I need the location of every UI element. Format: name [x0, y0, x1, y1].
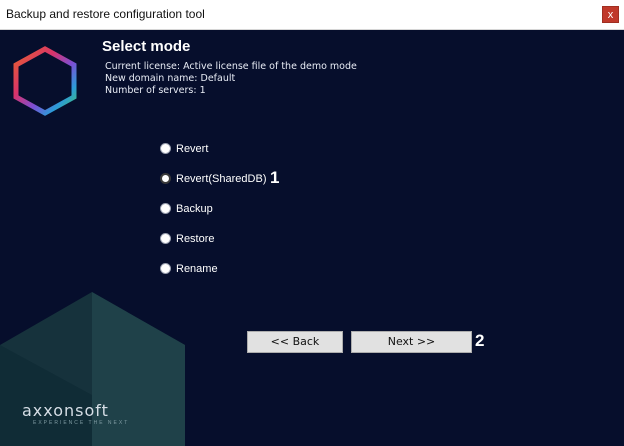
- hexagon-logo-icon: [13, 46, 77, 116]
- mode-label: Rename: [176, 263, 218, 275]
- title-bar: Backup and restore configuration tool x: [0, 0, 624, 30]
- brand-tagline: EXPERIENCE THE NEXT: [33, 420, 130, 426]
- mode-label: Revert: [176, 143, 209, 155]
- app-window: Backup and restore configuration tool x …: [0, 0, 624, 446]
- window-title: Backup and restore configuration tool: [6, 7, 205, 21]
- mode-radio-group: Revert Revert(SharedDB) 1 Backup Restore…: [160, 141, 279, 291]
- mode-option-backup[interactable]: Backup: [160, 201, 266, 231]
- back-button[interactable]: << Back: [247, 331, 343, 353]
- close-button[interactable]: x: [602, 6, 619, 23]
- info-domain: New domain name: Default: [105, 73, 236, 84]
- close-icon: x: [607, 9, 614, 21]
- mode-option-restore[interactable]: Restore: [160, 231, 266, 261]
- mode-option-revert[interactable]: Revert: [160, 141, 266, 171]
- brand-logo: axxonsoft: [22, 401, 109, 420]
- radio-button[interactable]: [160, 203, 171, 214]
- step-marker-2: 2: [475, 331, 485, 350]
- radio-button-selected[interactable]: [160, 173, 171, 184]
- mode-option-rename[interactable]: Rename: [160, 261, 266, 291]
- radio-button[interactable]: [160, 143, 171, 154]
- mode-label: Revert(SharedDB): [176, 173, 267, 185]
- info-servers: Number of servers: 1: [105, 85, 206, 96]
- next-button[interactable]: Next >>: [351, 331, 472, 353]
- info-license: Current license: Active license file of …: [105, 61, 357, 72]
- mode-option-revert-shareddb[interactable]: Revert(SharedDB) 1: [160, 168, 279, 201]
- mode-label: Backup: [176, 203, 213, 215]
- page-title: Select mode: [102, 38, 191, 55]
- step-marker-1: 1: [270, 168, 280, 187]
- license-info: Current license: Active license file of …: [105, 61, 357, 97]
- mode-label: Restore: [176, 233, 215, 245]
- radio-button[interactable]: [160, 233, 171, 244]
- radio-button[interactable]: [160, 263, 171, 274]
